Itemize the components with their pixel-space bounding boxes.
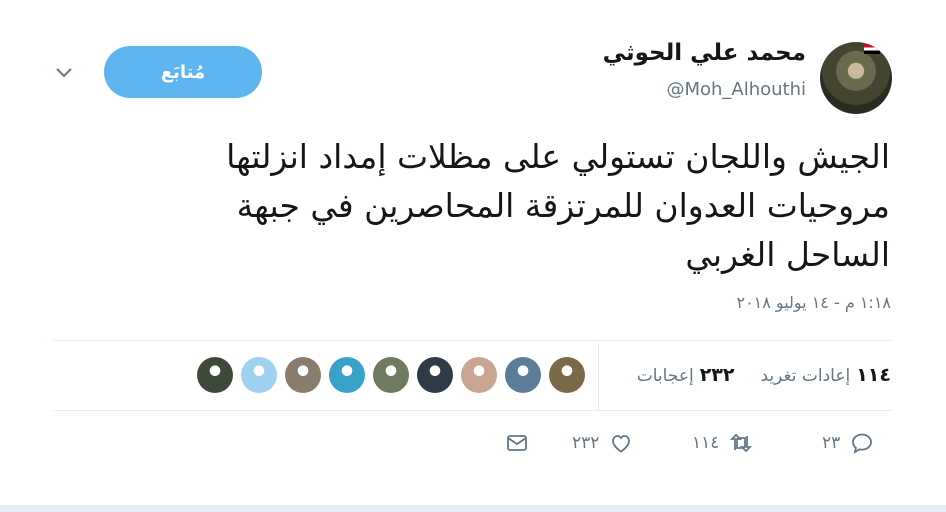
flag-icon [864, 44, 880, 54]
reply-action[interactable]: ٢٣ [822, 431, 874, 455]
liker-avatar[interactable] [285, 357, 321, 393]
liker-avatar[interactable] [373, 357, 409, 393]
tweet-stats: ١١٤ إعادات تغريد ٢٣٢ إعجابات [637, 364, 891, 386]
heart-icon [612, 435, 631, 453]
like-action[interactable]: ٢٣٢ [572, 431, 633, 455]
following-button[interactable]: مُتابَع [104, 46, 262, 98]
liker-avatar[interactable] [505, 357, 541, 393]
envelope-icon [507, 435, 527, 451]
likers-list [197, 357, 585, 393]
like-count: ٢٣٢ [572, 433, 600, 453]
liker-avatar[interactable] [549, 357, 585, 393]
reply-icon [852, 433, 873, 454]
divider [54, 410, 892, 411]
retweet-count: ١١٤ [692, 433, 720, 453]
divider [598, 343, 599, 411]
chevron-down-icon[interactable] [52, 60, 76, 84]
retweet-icon [730, 433, 753, 453]
tweet-text: الجيش واللجان تستولي على مظلات إمداد انز… [226, 137, 890, 274]
liker-avatar[interactable] [461, 357, 497, 393]
divider [54, 340, 892, 341]
author-name[interactable]: محمد علي الحوثي [603, 40, 806, 66]
likes-count[interactable]: ٢٣٢ [700, 364, 735, 386]
likes-label[interactable]: إعجابات [637, 366, 694, 386]
liker-avatar[interactable] [329, 357, 365, 393]
retweets-label[interactable]: إعادات تغريد [760, 366, 850, 386]
author-handle[interactable]: @Moh_Alhouthi [666, 79, 806, 100]
retweets-count[interactable]: ١١٤ [856, 364, 891, 386]
author-avatar[interactable] [820, 42, 892, 114]
liker-avatar[interactable] [197, 357, 233, 393]
liker-avatar[interactable] [417, 357, 453, 393]
direct-message-action[interactable] [505, 431, 529, 455]
bottom-border [0, 505, 946, 512]
tweet-timestamp[interactable]: ١:١٨ م - ١٤ يوليو ٢٠١٨ [736, 293, 891, 312]
retweet-action[interactable]: ١١٤ [692, 431, 753, 455]
reply-count: ٢٣ [822, 433, 841, 453]
liker-avatar[interactable] [241, 357, 277, 393]
